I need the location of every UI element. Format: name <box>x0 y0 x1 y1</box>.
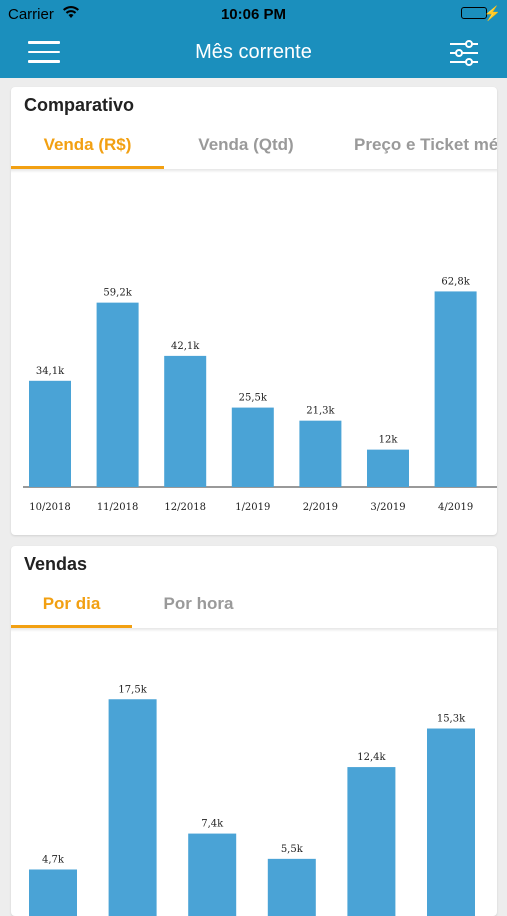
bar-1 <box>29 380 71 487</box>
bar-6 <box>367 449 409 487</box>
data-label-6: 15,3k <box>437 714 466 725</box>
data-label-3: 42,1k <box>171 341 200 352</box>
vendas-chart: 4,7k 17,5k 7,4k 5,5k 12,4k 15,3k <box>11 636 497 916</box>
comparativo-tabs: Venda (R$) Venda (Qtd) Preço e Ticket mé… <box>11 121 497 169</box>
bar-7 <box>434 291 477 487</box>
card-title-comparativo: Comparativo <box>24 95 135 115</box>
tab-venda-rs[interactable]: Venda (R$) <box>11 121 164 166</box>
status-bar: Carrier 10:06 PM ⚡ <box>0 0 507 28</box>
bar-4 <box>231 407 274 487</box>
vendas-tabs: Por dia Por hora <box>11 580 497 628</box>
data-label-4: 5,5k <box>281 844 304 855</box>
tick-label-1: 10/2018 <box>29 502 71 513</box>
bar-5 <box>347 767 396 916</box>
comparativo-chart: 34,1k 10/2018 59,2k 11/2018 42,1k 12/2018 25,5… <box>11 177 497 527</box>
bar-3 <box>188 833 237 916</box>
tick-label-5: 2/2019 <box>303 502 338 513</box>
tick-label-2: 11/2018 <box>97 502 139 513</box>
data-label-1: 34,1k <box>36 366 65 377</box>
tick-label-6: 3/2019 <box>370 502 405 513</box>
data-label-1: 4,7k <box>42 854 65 865</box>
bar-2 <box>108 699 157 916</box>
bar-1 <box>29 869 77 916</box>
data-label-6: 12k <box>379 435 399 446</box>
data-label-5: 12,4k <box>357 752 386 763</box>
data-label-2: 17,5k <box>118 684 147 695</box>
data-label-5: 21,3k <box>306 406 335 417</box>
vendas-card: Vendas Por dia Por hora 4,7k 17,5k 7,4k 5,5… <box>11 546 497 916</box>
bar-4 <box>267 858 316 916</box>
bar-6 <box>427 728 475 916</box>
bar-5 <box>299 420 342 487</box>
tab-preco-ticket[interactable]: Preço e Ticket médio <box>354 121 497 166</box>
tick-label-3: 12/2018 <box>164 502 206 513</box>
data-label-3: 7,4k <box>201 819 224 830</box>
charging-icon: ⚡ <box>483 5 501 21</box>
bar-2 <box>96 302 139 487</box>
comparativo-card: Comparativo Venda (R$) Venda (Qtd) Preço… <box>11 87 497 535</box>
tick-label-7: 4/2019 <box>438 502 473 513</box>
data-label-2: 59,2k <box>103 288 132 299</box>
tab-por-dia[interactable]: Por dia <box>11 580 132 625</box>
bar-3 <box>164 355 207 487</box>
filter-settings-icon[interactable] <box>449 38 479 68</box>
tab-por-hora[interactable]: Por hora <box>141 580 256 625</box>
tab-venda-qtd[interactable]: Venda (Qtd) <box>171 121 321 166</box>
navigation-bar: Mês corrente <box>0 28 507 78</box>
tick-label-4: 1/2019 <box>235 502 270 513</box>
page-title: Mês corrente <box>195 41 312 63</box>
clock: 10:06 PM <box>220 6 287 23</box>
data-label-4: 25,5k <box>239 393 268 404</box>
card-title-vendas: Vendas <box>24 554 88 574</box>
data-label-7: 62,8k <box>441 276 470 287</box>
